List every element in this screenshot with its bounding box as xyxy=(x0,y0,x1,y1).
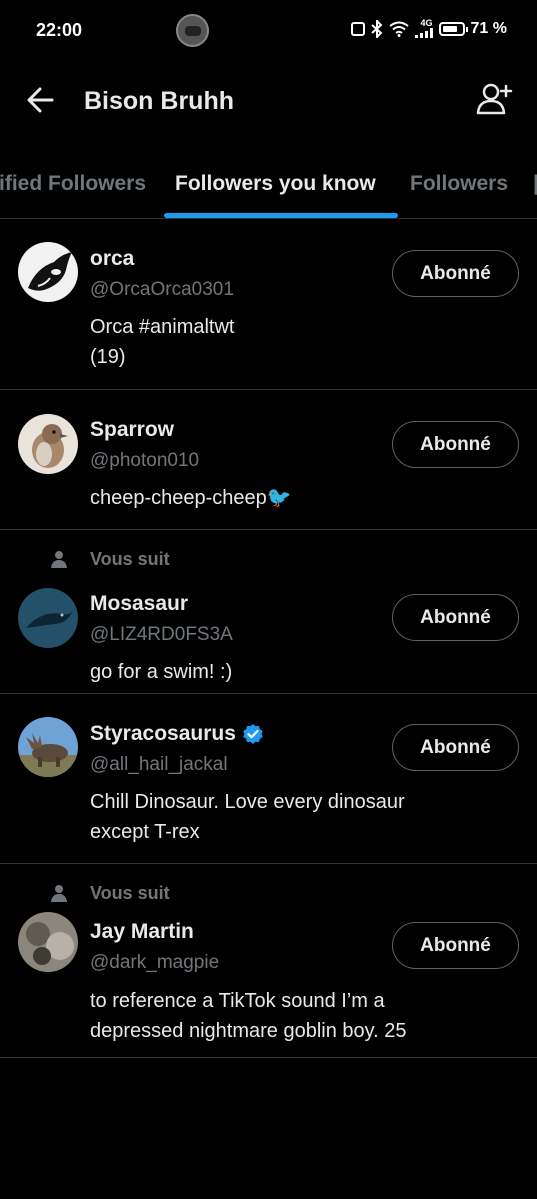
signal-icon xyxy=(414,28,433,38)
following-button[interactable]: Abonné xyxy=(392,594,519,641)
active-tab-indicator xyxy=(164,213,398,218)
add-user-icon xyxy=(476,83,513,115)
list-item[interactable]: Vous suit Jay Martin @dark_magpie to ref… xyxy=(0,864,537,1058)
tab-followers-you-know[interactable]: Followers you know xyxy=(175,172,376,196)
followers-list: orca @OrcaOrca0301 Orca #animaltwt (19) … xyxy=(0,219,537,1058)
battery-icon xyxy=(438,21,468,36)
mosasaur-avatar-image xyxy=(18,588,78,648)
user-bio: go for a swim! :) xyxy=(90,657,470,687)
wifi-icon xyxy=(388,21,409,37)
page-title: Bison Bruhh xyxy=(84,87,234,115)
bio-line: depressed nightmare goblin boy. 25 xyxy=(90,1020,407,1042)
jay-martin-avatar-image xyxy=(18,912,78,972)
person-icon xyxy=(51,885,67,902)
avatar[interactable] xyxy=(18,414,78,474)
top-app-bar: Bison Bruhh xyxy=(0,60,537,140)
user-name[interactable]: Styracosaurus xyxy=(90,722,236,746)
bluetooth-icon xyxy=(370,19,382,38)
nfc-icon xyxy=(350,21,365,36)
bio-line: go for a swim! :) xyxy=(90,661,233,683)
sparrow-avatar-image xyxy=(18,414,78,474)
user-handle: @OrcaOrca0301 xyxy=(90,279,234,300)
follows-you-label: Vous suit xyxy=(90,883,170,903)
notification-app-icon xyxy=(176,14,209,47)
user-name[interactable]: Jay Martin xyxy=(90,920,194,944)
following-button[interactable]: Abonné xyxy=(392,421,519,468)
user-name-line: Mosasaur xyxy=(90,592,188,616)
list-item[interactable]: Sparrow @photon010 cheep-cheep-cheep🐦 Ab… xyxy=(0,390,537,530)
add-user-button[interactable] xyxy=(475,80,515,120)
user-name-line: Sparrow xyxy=(90,418,174,442)
follows-you-label: Vous suit xyxy=(90,549,170,569)
user-bio: to reference a TikTok sound I’m a depres… xyxy=(90,986,470,1046)
bio-line: to reference a TikTok sound I’m a xyxy=(90,990,385,1012)
user-bio: cheep-cheep-cheep🐦 xyxy=(90,483,470,513)
user-handle: @all_hail_jackal xyxy=(90,754,228,775)
list-item[interactable]: Styracosaurus @all_hail_jackal Chill Din… xyxy=(0,694,537,864)
status-time: 22:00 xyxy=(36,20,83,40)
user-name-line: Styracosaurus xyxy=(90,722,264,746)
user-name-line: orca xyxy=(90,247,134,271)
arrow-left-icon xyxy=(27,87,54,113)
bio-line: cheep-cheep-cheep🐦 xyxy=(90,487,292,509)
tab-next-partial[interactable]: | xyxy=(533,172,537,196)
avatar[interactable] xyxy=(18,242,78,302)
following-button[interactable]: Abonné xyxy=(392,724,519,771)
bio-line: Orca #animaltwt xyxy=(90,316,235,338)
followers-tabs: ified Followers Followers you know Follo… xyxy=(0,140,537,219)
bio-line: Chill Dinosaur. Love every dinosaur xyxy=(90,791,405,813)
back-button[interactable] xyxy=(22,82,62,118)
verified-badge-icon xyxy=(243,724,263,744)
avatar[interactable] xyxy=(18,588,78,648)
status-bar: 22:00 4G 71 % xyxy=(0,0,537,60)
user-name[interactable]: Mosasaur xyxy=(90,592,188,616)
bio-line: (19) xyxy=(90,346,126,368)
user-handle: @dark_magpie xyxy=(90,952,220,973)
avatar[interactable] xyxy=(18,912,78,972)
user-name-line: Jay Martin xyxy=(90,920,194,944)
user-handle: @photon010 xyxy=(90,450,200,471)
following-button[interactable]: Abonné xyxy=(392,922,519,969)
person-icon xyxy=(51,551,67,568)
bio-line: except T-rex xyxy=(90,821,200,843)
user-name[interactable]: orca xyxy=(90,247,134,271)
battery-level: 71 % xyxy=(470,19,507,37)
list-item[interactable]: orca @OrcaOrca0301 Orca #animaltwt (19) … xyxy=(0,219,537,390)
tab-verified-followers[interactable]: ified Followers xyxy=(0,172,146,196)
list-item[interactable]: Vous suit Mosasaur @LIZ4RD0FS3A go for a… xyxy=(0,530,537,694)
avatar[interactable] xyxy=(18,717,78,777)
following-button[interactable]: Abonné xyxy=(392,250,519,297)
user-name[interactable]: Sparrow xyxy=(90,418,174,442)
tab-followers[interactable]: Followers xyxy=(410,172,508,196)
status-icons: 4G 71 % xyxy=(350,18,507,38)
orca-avatar-image xyxy=(18,242,78,302)
user-bio: Chill Dinosaur. Love every dinosaur exce… xyxy=(90,787,470,847)
user-handle: @LIZ4RD0FS3A xyxy=(90,624,233,645)
styracosaurus-avatar-image xyxy=(18,717,78,777)
user-bio: Orca #animaltwt (19) xyxy=(90,312,470,372)
network-type: 4G xyxy=(420,18,433,28)
